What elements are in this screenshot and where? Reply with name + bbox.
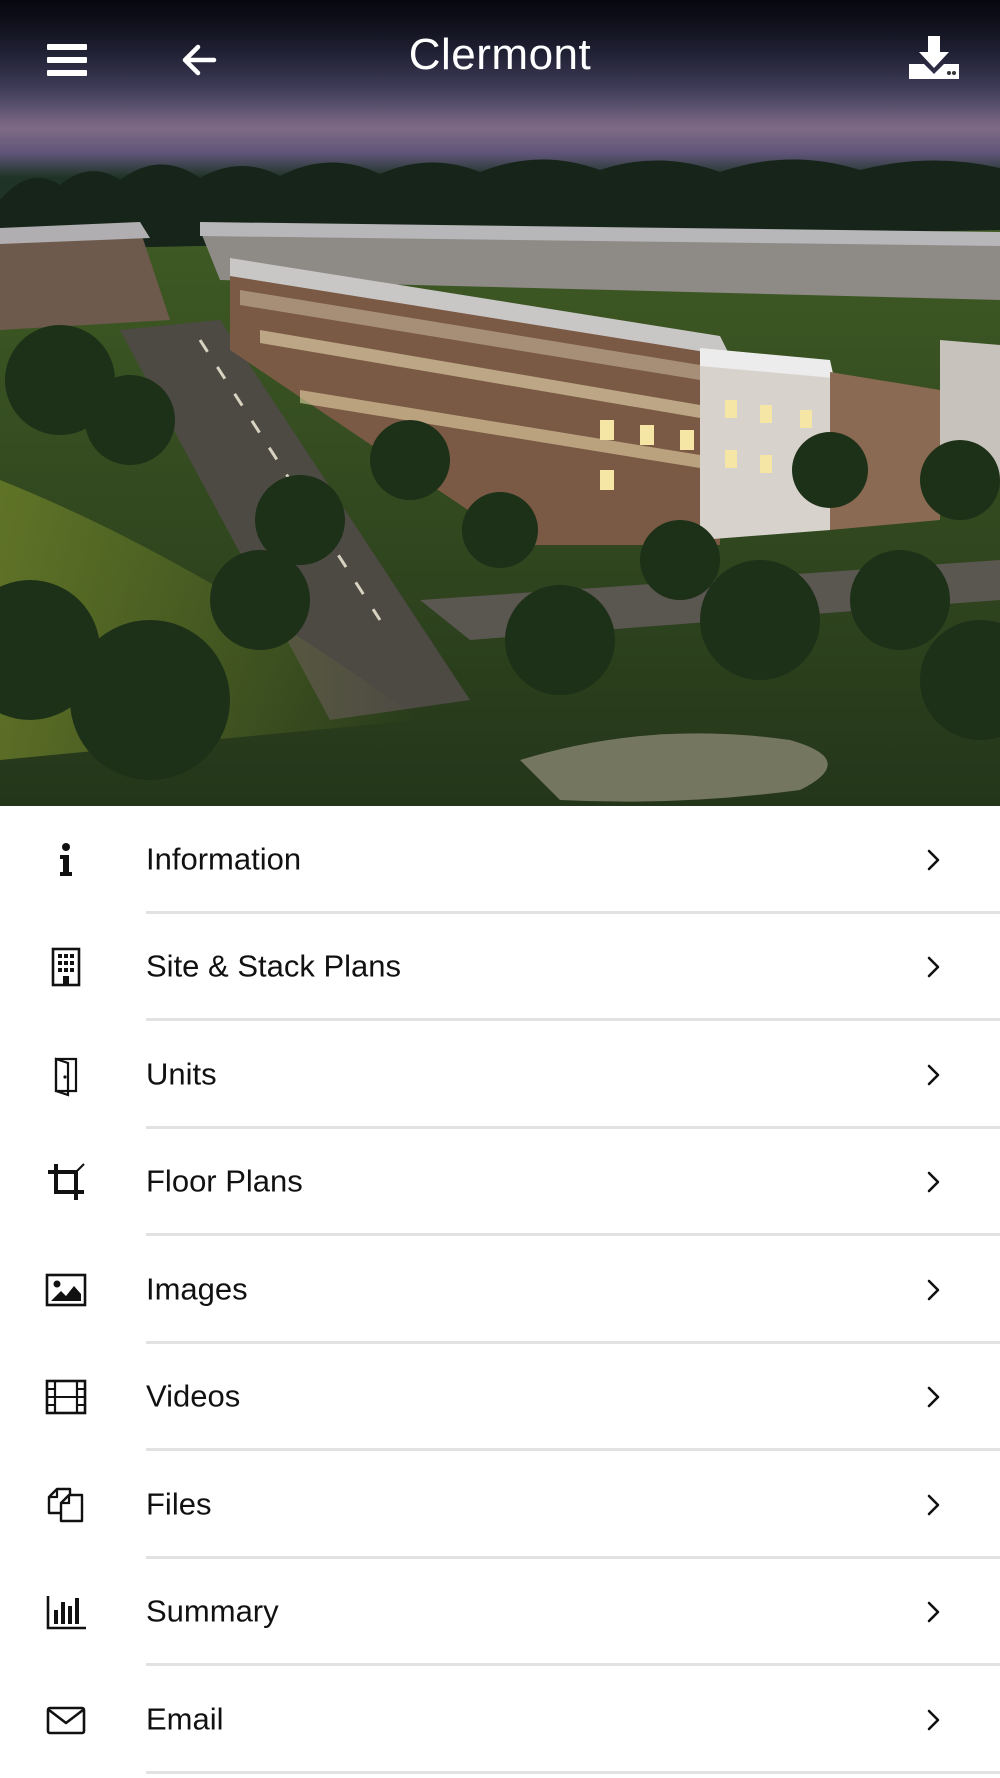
- door-icon: [44, 1053, 88, 1097]
- menu-item-label: Files: [146, 1486, 212, 1522]
- menu-item-information[interactable]: Information: [0, 806, 1000, 914]
- envelope-icon: [44, 1698, 88, 1742]
- film-icon: [44, 1375, 88, 1419]
- chevron-right-icon: [927, 1601, 940, 1623]
- menu-item-label: Videos: [146, 1378, 241, 1414]
- menu-item-videos[interactable]: Videos: [0, 1344, 1000, 1451]
- menu-item-label: Site & Stack Plans: [146, 948, 402, 984]
- chevron-right-icon: [927, 1709, 940, 1731]
- info-icon: [44, 838, 88, 882]
- menu-item-files[interactable]: Files: [0, 1451, 1000, 1559]
- chevron-right-icon: [927, 1494, 940, 1516]
- menu-item-label: Information: [146, 841, 302, 877]
- page-title: Clermont: [408, 30, 592, 79]
- building-icon: [44, 945, 88, 989]
- bar-chart-icon: [44, 1590, 88, 1634]
- menu-item-label: Floor Plans: [146, 1163, 303, 1199]
- menu-item-units[interactable]: Units: [0, 1021, 1000, 1129]
- menu-item-floor-plans[interactable]: Floor Plans: [0, 1129, 1000, 1236]
- crop-icon: [44, 1160, 88, 1204]
- files-icon: [44, 1483, 88, 1527]
- menu-item-email[interactable]: Email: [0, 1666, 1000, 1774]
- chevron-right-icon: [927, 849, 940, 871]
- download-icon[interactable]: [904, 30, 964, 90]
- chevron-right-icon: [927, 1064, 940, 1086]
- menu-item-label: Images: [146, 1271, 248, 1307]
- menu-item-site-stack-plans[interactable]: Site & Stack Plans: [0, 914, 1000, 1021]
- development-render-image: [0, 159, 1000, 806]
- project-menu-list: Information Site & Stack Plans Units Flo…: [0, 806, 1000, 1774]
- menu-item-summary[interactable]: Summary: [0, 1559, 1000, 1666]
- chevron-right-icon: [927, 1386, 940, 1408]
- menu-item-label: Email: [146, 1701, 224, 1737]
- chevron-right-icon: [927, 1279, 940, 1301]
- divider: [146, 1770, 1000, 1774]
- menu-item-images[interactable]: Images: [0, 1236, 1000, 1344]
- chevron-right-icon: [927, 1171, 940, 1193]
- hero-image: Clermont: [0, 0, 1000, 806]
- menu-item-label: Summary: [146, 1593, 279, 1629]
- chevron-right-icon: [927, 956, 940, 978]
- image-icon: [44, 1268, 88, 1312]
- menu-item-label: Units: [146, 1056, 217, 1092]
